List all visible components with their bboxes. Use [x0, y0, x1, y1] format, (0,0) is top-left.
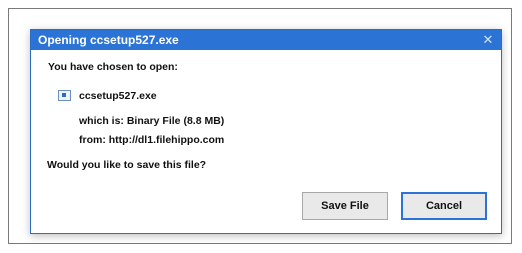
- dialog-title: Opening ccsetup527.exe: [38, 33, 179, 47]
- save-file-button[interactable]: Save File: [302, 192, 388, 220]
- file-icon: [58, 89, 71, 101]
- download-dialog: Opening ccsetup527.exe ✕ You have chosen…: [30, 29, 502, 234]
- save-question: Would you like to save this file?: [47, 159, 207, 171]
- file-row: ccsetup527.exe: [58, 89, 157, 102]
- file-source-line: from: http://dl1.filehippo.com: [79, 134, 225, 146]
- close-icon[interactable]: ✕: [481, 30, 495, 50]
- cancel-button[interactable]: Cancel: [401, 192, 487, 220]
- open-prompt: You have chosen to open:: [48, 61, 178, 73]
- file-name: ccsetup527.exe: [79, 90, 157, 102]
- dialog-titlebar: Opening ccsetup527.exe ✕: [31, 30, 501, 50]
- file-type-line: which is: Binary File (8.8 MB): [79, 115, 225, 127]
